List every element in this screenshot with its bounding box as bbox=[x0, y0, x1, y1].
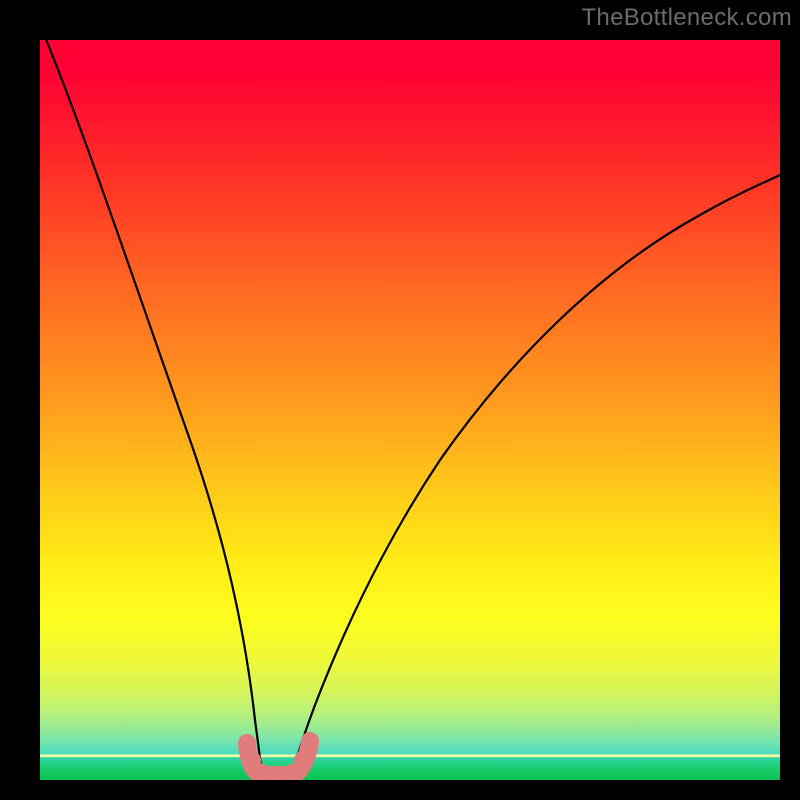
curve-left-branch bbox=[40, 40, 262, 775]
chart-plot-area bbox=[40, 40, 780, 780]
chart-svg bbox=[40, 40, 780, 780]
attribution-text: TheBottleneck.com bbox=[581, 4, 792, 32]
curve-right-branch bbox=[292, 175, 780, 775]
